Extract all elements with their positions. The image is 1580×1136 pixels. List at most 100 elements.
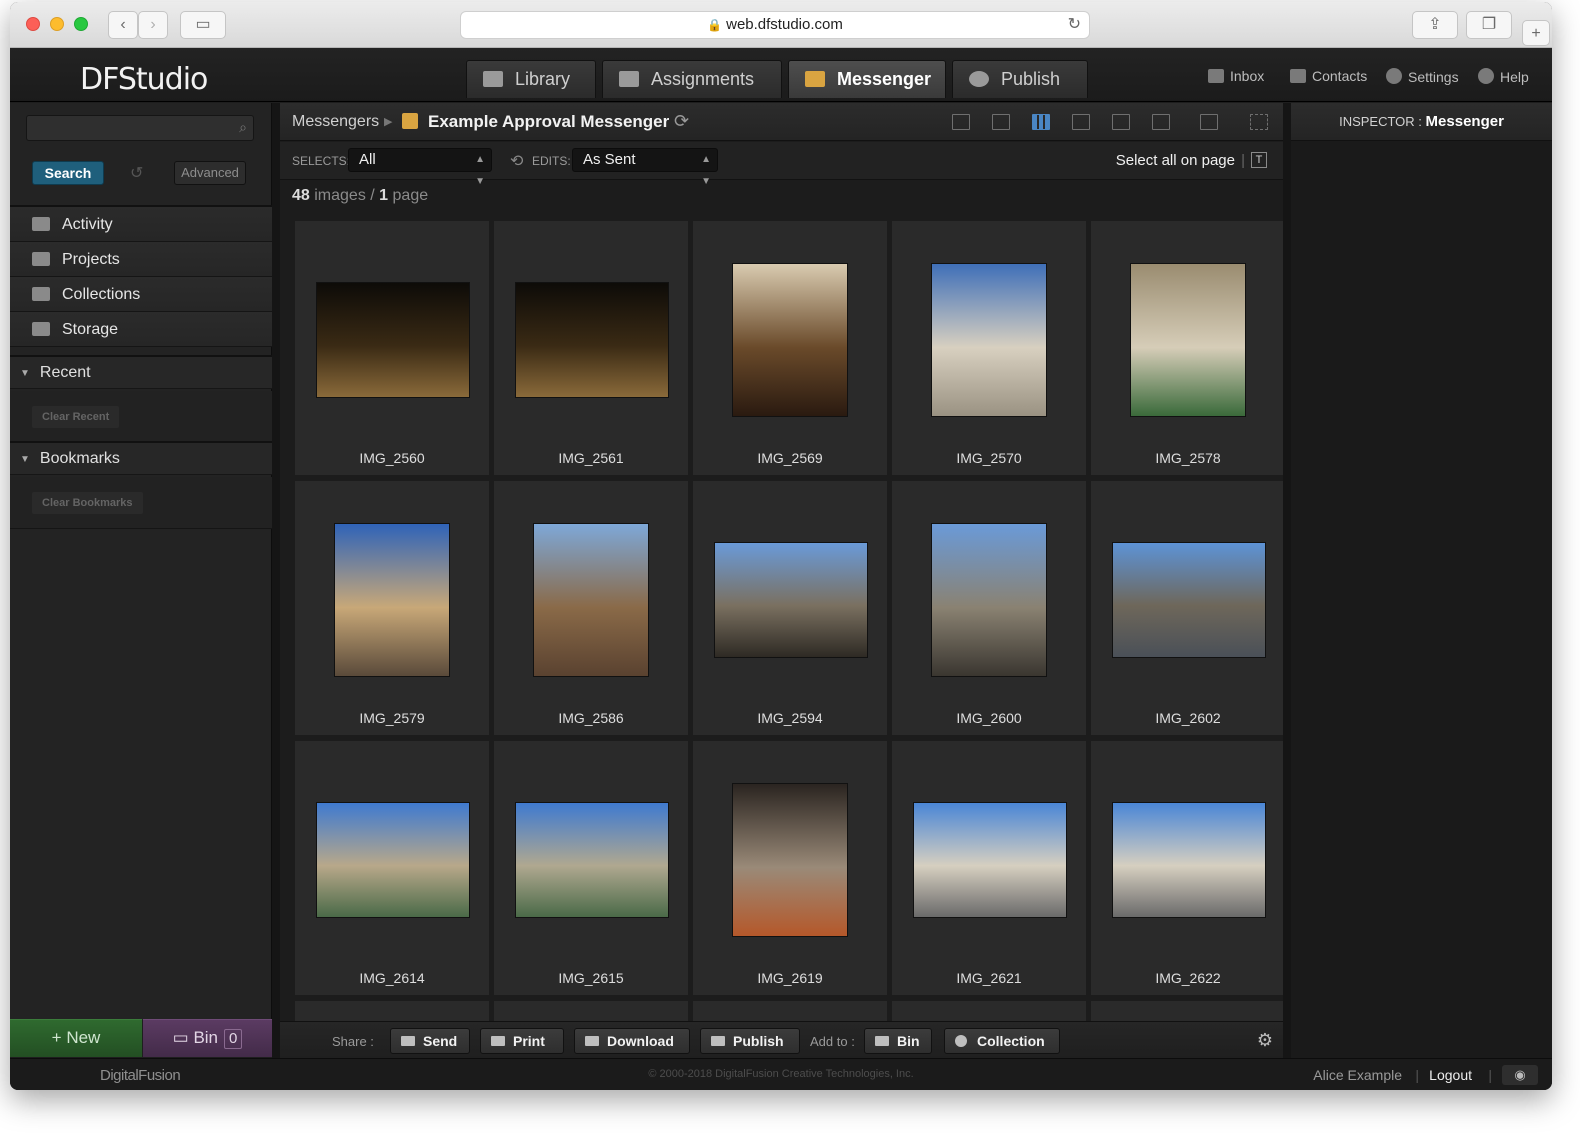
sidebar-item-storage[interactable]: Storage (10, 312, 272, 347)
image-cell[interactable]: IMG_2622 (1090, 740, 1286, 996)
image-cell[interactable]: IMG_2621 (891, 740, 1087, 996)
image-cell[interactable]: IMG_2578 (1090, 220, 1286, 476)
sidebar-item-projects[interactable]: Projects (10, 242, 272, 277)
image-thumbnail[interactable] (732, 783, 848, 937)
image-cell[interactable]: IMG_2569 (692, 220, 888, 476)
image-filename: IMG_2594 (757, 710, 823, 726)
bin-button[interactable]: ▭ Bin 0 (143, 1019, 272, 1057)
image-cell[interactable]: IMG_2586 (493, 480, 689, 736)
image-cell[interactable]: IMG_2579 (294, 480, 490, 736)
image-cell[interactable]: IMG_2560 (294, 220, 490, 476)
back-button[interactable]: ‹ (108, 11, 138, 39)
image-thumbnail[interactable] (1112, 802, 1266, 918)
image-thumbnail[interactable] (913, 802, 1067, 918)
image-cell[interactable]: IMG_2600 (891, 480, 1087, 736)
image-thumbnail[interactable] (714, 542, 868, 658)
publish-button[interactable]: Publish (700, 1028, 800, 1054)
settings-link[interactable]: Settings (1386, 68, 1459, 85)
image-thumbnail[interactable] (931, 263, 1047, 417)
fullscreen-icon[interactable] (1250, 114, 1268, 130)
image-cell[interactable]: IMG_2594 (692, 480, 888, 736)
select-all-link[interactable]: Select all on page (1116, 152, 1235, 169)
tab-assignments[interactable]: Assignments (602, 60, 782, 98)
search-button[interactable]: Search (32, 161, 104, 185)
user-name[interactable]: Alice Example (1313, 1067, 1402, 1083)
image-cell[interactable]: IMG_2619 (692, 740, 888, 996)
image-cell[interactable]: IMG_2614 (294, 740, 490, 996)
image-thumbnail[interactable] (931, 523, 1047, 677)
new-button[interactable]: + New (10, 1019, 142, 1057)
right-splitter[interactable] (1283, 103, 1291, 1058)
gear-icon[interactable]: ⚙ (1257, 1030, 1273, 1051)
image-cell[interactable]: IMG_2561 (493, 220, 689, 476)
print-button[interactable]: Print (480, 1028, 564, 1054)
tab-publish[interactable]: Publish (952, 60, 1088, 98)
contacts-link[interactable]: Contacts (1290, 68, 1367, 84)
image-thumbnail[interactable] (1130, 263, 1246, 417)
search-input[interactable]: ⌕ (26, 115, 254, 141)
overlay-view-icon[interactable] (1200, 114, 1218, 130)
image-thumbnail[interactable] (334, 523, 450, 677)
list-view-icon[interactable] (952, 114, 970, 130)
image-thumbnail[interactable] (732, 263, 848, 417)
tab-library[interactable]: Library (466, 60, 596, 98)
sync-icon[interactable]: ⟲ (510, 151, 523, 171)
tabs-overview-icon[interactable]: ❐ (1466, 11, 1512, 39)
image-thumbnail[interactable] (316, 802, 470, 918)
eye-icon[interactable]: ◉ (1502, 1065, 1538, 1085)
advanced-search-button[interactable]: Advanced (174, 161, 246, 185)
compare-view-icon[interactable] (1152, 114, 1170, 130)
add-to-collection-button[interactable]: Collection (944, 1028, 1060, 1054)
sidebar-item-activity[interactable]: Activity (10, 207, 272, 242)
add-to-bin-button[interactable]: Bin (864, 1028, 932, 1054)
sidebar-item-label: Collections (62, 286, 141, 303)
inbox-link[interactable]: Inbox (1208, 68, 1264, 84)
share-icon[interactable]: ⇪ (1412, 11, 1458, 39)
plus-icon: + (51, 1028, 67, 1047)
text-toggle-icon[interactable]: T (1251, 152, 1267, 168)
detail-list-view-icon[interactable] (992, 114, 1010, 130)
tab-messenger[interactable]: Messenger (788, 60, 946, 98)
download-button[interactable]: Download (574, 1028, 690, 1054)
image-cell[interactable]: IMG_2615 (493, 740, 689, 996)
reload-icon[interactable]: ↻ (1068, 12, 1081, 38)
image-thumbnail[interactable] (515, 282, 669, 398)
sidebar-item-collections[interactable]: Collections (10, 277, 272, 312)
reset-search-icon[interactable]: ↺ (130, 163, 143, 183)
clear-recent-button[interactable]: Clear Recent (32, 406, 120, 428)
image-cell[interactable]: IMG_2602 (1090, 480, 1286, 736)
image-thumbnail[interactable] (1112, 542, 1266, 658)
bin-action-label: Bin (897, 1033, 920, 1049)
image-thumbnail[interactable] (316, 282, 470, 398)
logout-link[interactable]: Logout (1429, 1067, 1472, 1083)
forward-button[interactable]: › (138, 11, 168, 39)
image-thumbnail[interactable] (533, 523, 649, 677)
edits-dropdown[interactable]: As Sent ▲ ▼ (572, 148, 718, 187)
clear-bookmarks-button[interactable]: Clear Bookmarks (32, 492, 143, 514)
single-view-icon[interactable] (1112, 114, 1130, 130)
minimize-window-button[interactable] (50, 17, 64, 31)
left-splitter[interactable] (272, 103, 280, 1058)
large-grid-view-icon[interactable] (1072, 114, 1090, 130)
send-button[interactable]: Send (390, 1028, 470, 1054)
new-tab-icon[interactable]: + (1522, 20, 1550, 46)
close-window-button[interactable] (26, 17, 40, 31)
bookmarks-section-header[interactable]: ▼ Bookmarks (10, 441, 272, 475)
image-cell[interactable]: IMG_2570 (891, 220, 1087, 476)
zoom-window-button[interactable] (74, 17, 88, 31)
refresh-icon[interactable]: ⟳ (674, 111, 689, 132)
small-grid-view-icon[interactable] (1032, 114, 1050, 130)
dfstudio-logo[interactable]: DFStudio (80, 62, 208, 97)
selects-dropdown[interactable]: All ▲ ▼ (348, 148, 492, 187)
breadcrumb-messengers[interactable]: Messengers (292, 113, 379, 131)
chevron-down-icon: ▼ (20, 368, 30, 379)
help-link[interactable]: Help (1478, 68, 1529, 85)
sidebar-toggle-icon[interactable]: ▭ (180, 11, 226, 39)
image-thumbnail[interactable] (515, 802, 669, 918)
recent-section-header[interactable]: ▼ Recent (10, 355, 272, 389)
assignments-icon (619, 71, 639, 87)
help-label: Help (1500, 69, 1529, 85)
address-bar[interactable]: 🔒 web.dfstudio.com ↻ (460, 11, 1090, 39)
sidebar: ⌕ Search ↺ Advanced Activity Projects Co… (10, 103, 272, 1020)
image-filename: IMG_2578 (1155, 450, 1221, 466)
